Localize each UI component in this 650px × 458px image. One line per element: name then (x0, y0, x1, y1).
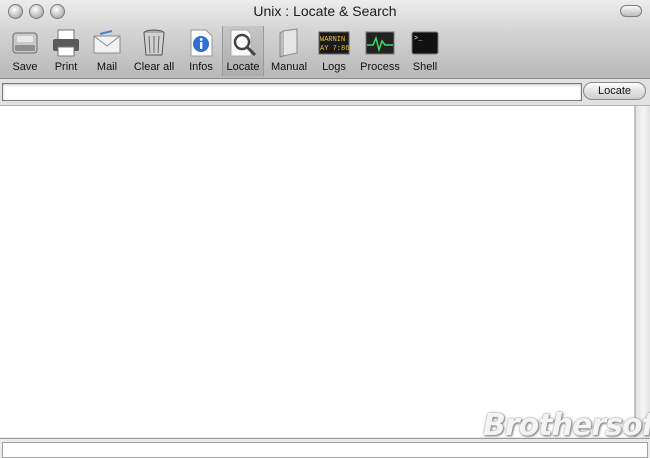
save-label: Save (12, 61, 38, 73)
titlebar: Unix : Locate & Search Save Print Mail C… (0, 0, 650, 79)
manual-label: Manual (270, 61, 308, 73)
logs-icon-line-2: AY 7:86 (320, 45, 349, 53)
disk-icon (8, 26, 42, 60)
window-title: Unix : Locate & Search (253, 3, 397, 19)
logs-label: Logs (322, 61, 346, 73)
mail-icon (90, 26, 124, 60)
locate-tool-label: Locate (226, 61, 260, 73)
locate-tool-button[interactable]: Locate (222, 26, 264, 76)
console-log-icon: WARNIN AY 7:86 (317, 26, 351, 60)
toolbar: Save Print Mail Clear all Infos Locate M… (0, 24, 650, 76)
book-icon (272, 26, 306, 60)
trash-icon (137, 26, 171, 60)
clear-all-label: Clear all (133, 61, 175, 73)
shell-icon-prompt: >_ (414, 35, 423, 43)
print-button[interactable]: Print (48, 26, 84, 76)
search-bar: Locate (0, 79, 650, 106)
process-label: Process (360, 61, 400, 73)
shell-label: Shell (412, 61, 438, 73)
print-label: Print (54, 61, 78, 73)
magnifier-icon (226, 26, 260, 60)
manual-button[interactable]: Manual (268, 26, 310, 76)
watermark-text: Brothersoft (483, 408, 650, 443)
app-window: Unix : Locate & Search Save Print Mail C… (0, 0, 650, 458)
process-button[interactable]: Process (358, 26, 402, 76)
toolbar-toggle-button[interactable] (620, 5, 642, 17)
mail-label: Mail (96, 61, 118, 73)
watermark: Brothersoft (483, 400, 650, 444)
clear-all-button[interactable]: Clear all (129, 26, 179, 76)
save-button[interactable]: Save (7, 26, 43, 76)
info-icon (184, 26, 218, 60)
logs-icon-line-1: WARNIN (320, 36, 345, 44)
shell-button[interactable]: >_ Shell (408, 26, 442, 76)
terminal-icon: >_ (408, 26, 442, 60)
infos-label: Infos (189, 61, 213, 73)
search-input[interactable] (2, 83, 582, 101)
activity-monitor-icon (363, 26, 397, 60)
results-area[interactable] (0, 106, 635, 437)
status-field (2, 442, 648, 458)
vertical-scrollbar[interactable] (635, 106, 650, 437)
printer-icon (49, 26, 83, 60)
infos-button[interactable]: Infos (184, 26, 218, 76)
logs-button[interactable]: WARNIN AY 7:86 Logs (316, 26, 352, 76)
locate-button[interactable]: Locate (583, 82, 646, 100)
mail-button[interactable]: Mail (89, 26, 125, 76)
